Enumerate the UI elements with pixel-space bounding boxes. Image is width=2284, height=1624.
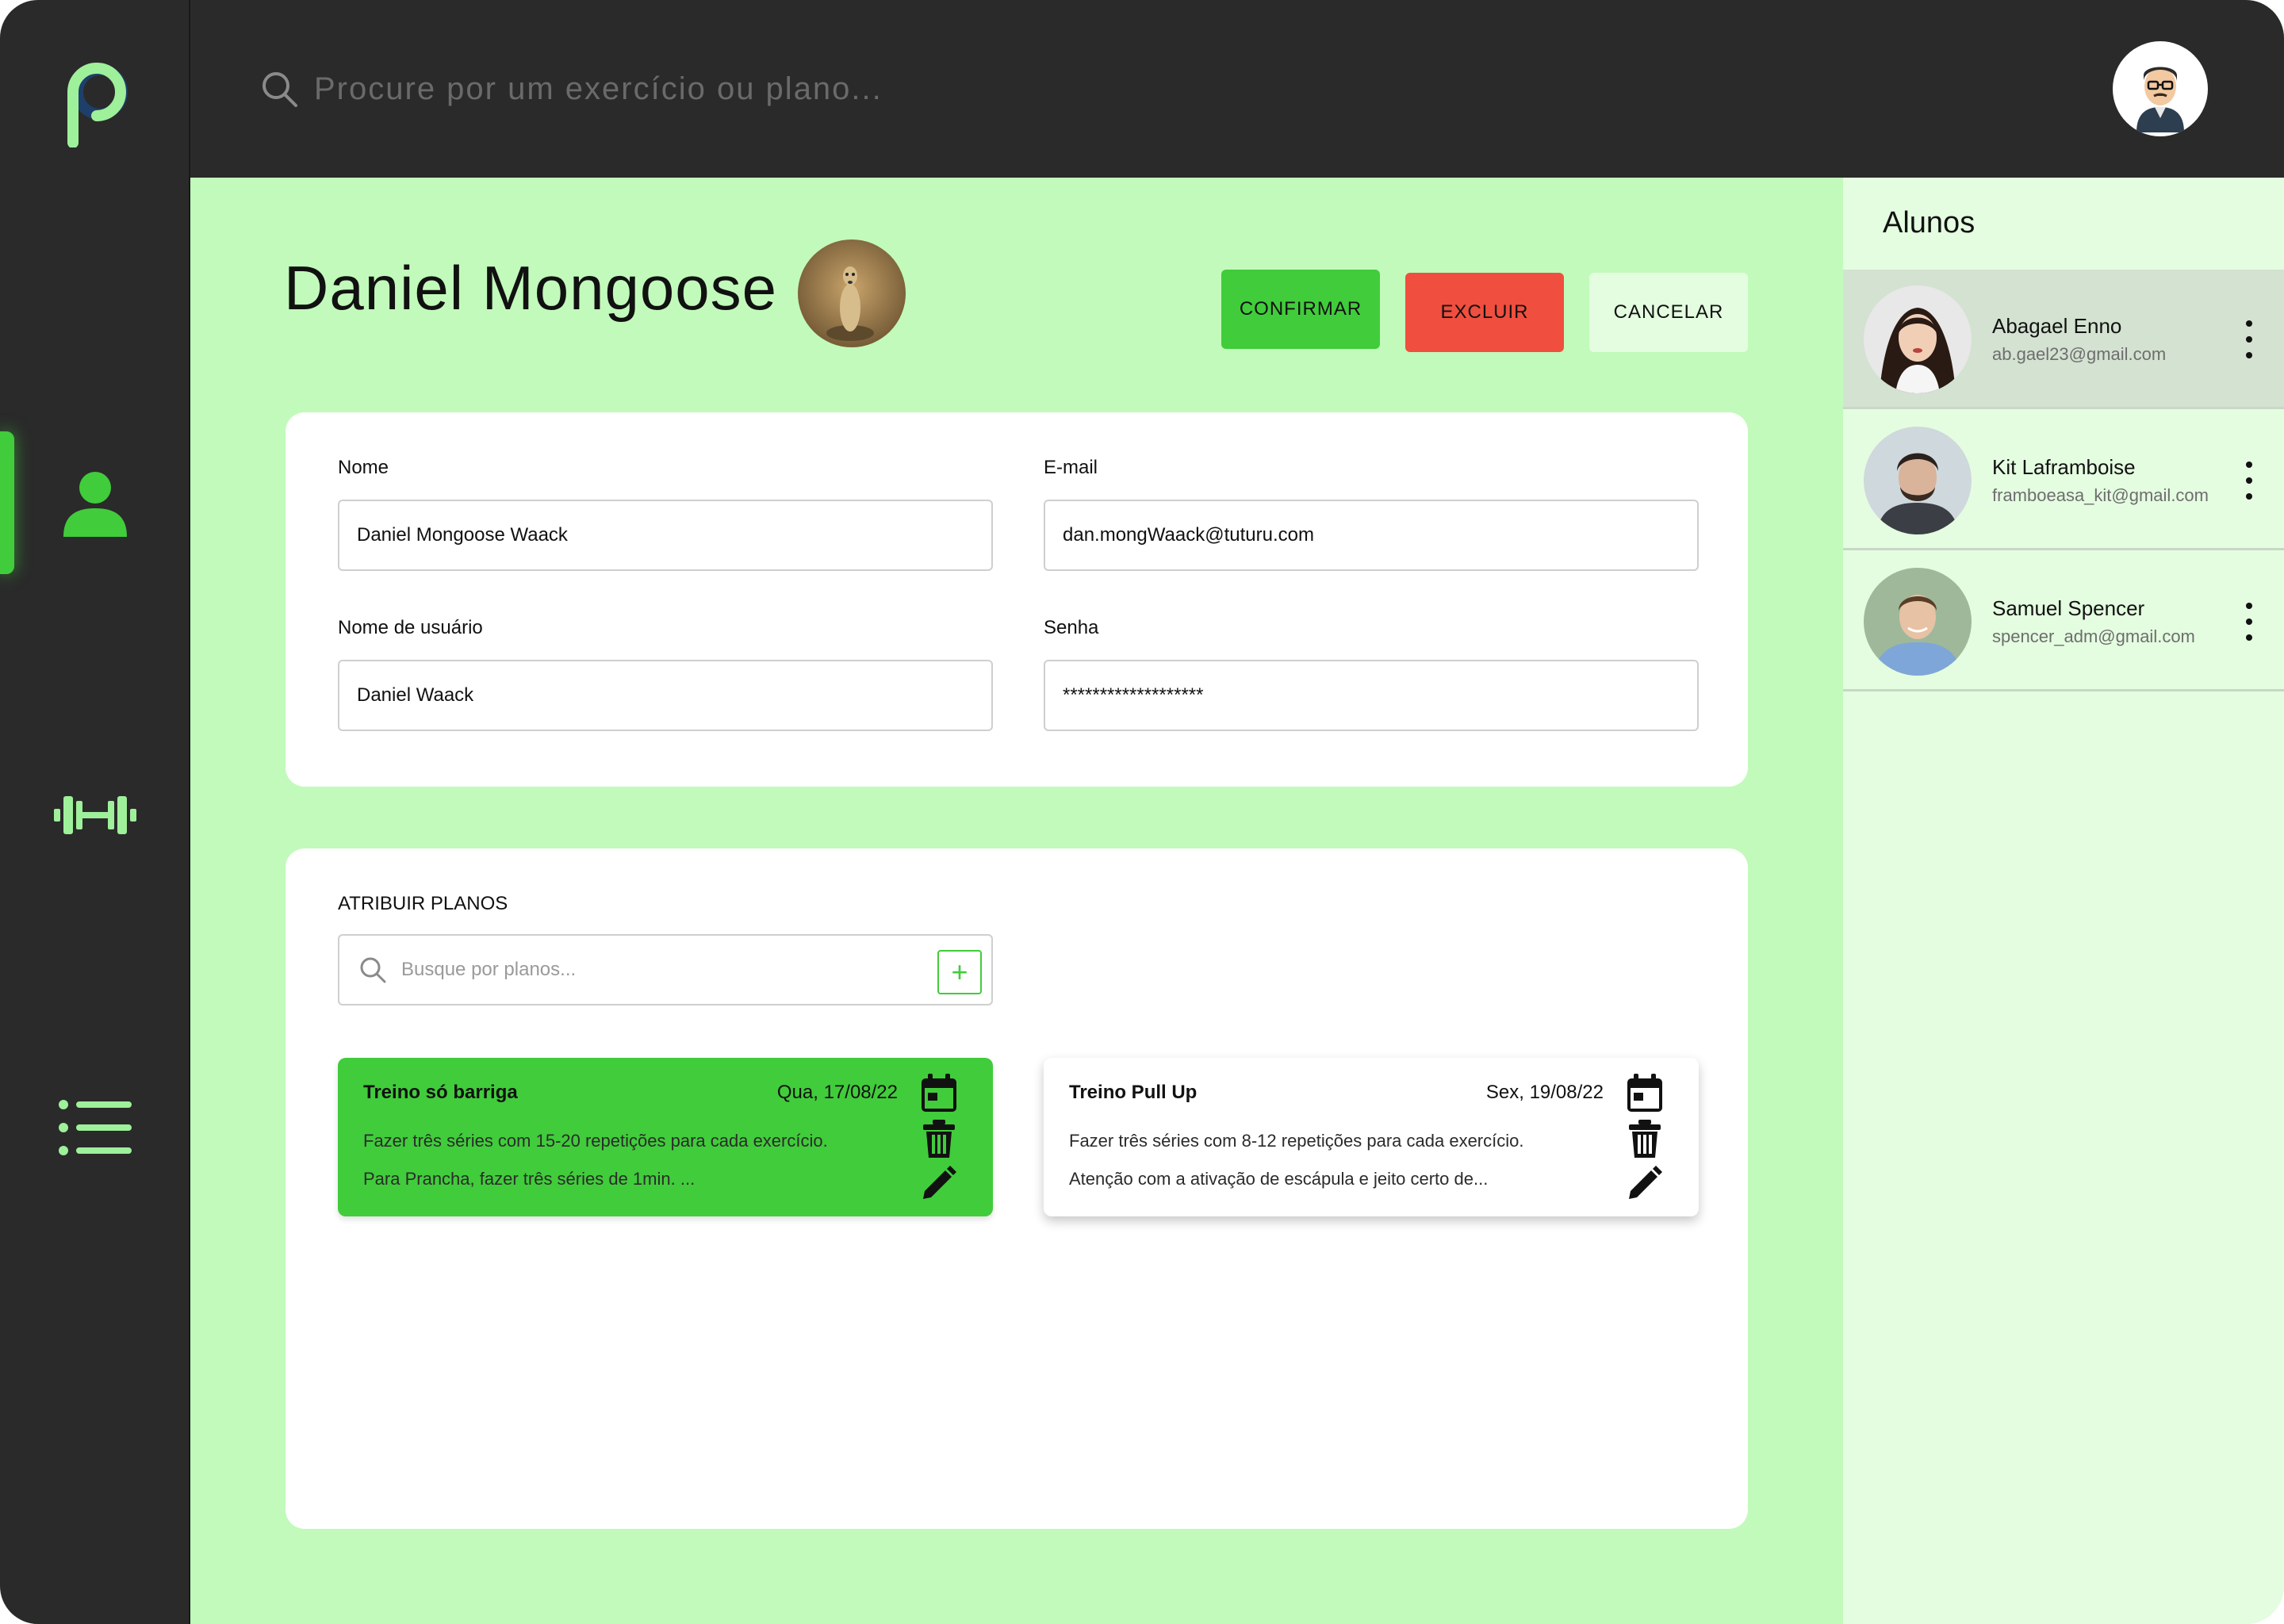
- student-avatar: [1864, 568, 1972, 676]
- confirm-button[interactable]: CONFIRMAR: [1221, 270, 1380, 349]
- global-search: [260, 60, 1132, 117]
- student-item[interactable]: Abagael Enno ab.gael23@gmail.com: [1843, 270, 2284, 409]
- student-item[interactable]: Kit Laframboise framboeasa_kit@gmail.com: [1843, 411, 2284, 550]
- plan-search-input[interactable]: [401, 959, 909, 981]
- user-avatar[interactable]: [2113, 41, 2208, 136]
- plan-actions: [917, 1074, 961, 1207]
- calendar-icon[interactable]: [920, 1074, 958, 1115]
- profile-photo-image: [798, 239, 906, 347]
- student-name: Samuel Spencer: [1992, 596, 2145, 620]
- plan-description-line: Fazer três séries com 15-20 repetições p…: [363, 1131, 828, 1151]
- sidebar-item-exercises[interactable]: [0, 736, 190, 894]
- student-email: framboeasa_kit@gmail.com: [1992, 485, 2209, 505]
- add-plan-button[interactable]: +: [937, 950, 982, 994]
- plan-title: Treino Pull Up: [1069, 1082, 1198, 1103]
- user-form-card: Nome E-mail Nome de usuário Senha: [286, 412, 1748, 787]
- student-avatar: [1864, 427, 1972, 534]
- search-icon: [360, 957, 386, 983]
- password-field[interactable]: [1044, 660, 1699, 731]
- students-panel: Alunos Abagael Enno ab.gael23@gmail.com: [1843, 178, 2284, 1624]
- assign-plans-card: ATRIBUIR PLANOS + Treino só barriga Qua,…: [286, 848, 1748, 1529]
- list-icon: [59, 1100, 132, 1155]
- username-field[interactable]: [338, 660, 993, 731]
- plan-title: Treino só barriga: [363, 1082, 518, 1103]
- assign-plans-title: ATRIBUIR PLANOS: [338, 893, 508, 914]
- student-name: Kit Laframboise: [1992, 455, 2136, 479]
- cancel-button[interactable]: CANCELAR: [1589, 273, 1748, 352]
- plan-card[interactable]: Treino Pull Up Sex, 19/08/22 Fazer três …: [1044, 1058, 1699, 1216]
- user-icon: [63, 472, 127, 537]
- plan-card[interactable]: Treino só barriga Qua, 17/08/22 Fazer tr…: [338, 1058, 993, 1216]
- app-logo: [67, 63, 128, 147]
- plan-date: Sex, 19/08/22: [1485, 1082, 1604, 1103]
- student-item[interactable]: Samuel Spencer spencer_adm@gmail.com: [1843, 552, 2284, 691]
- plan-description-line: Atenção com a ativação de escápula e jei…: [1069, 1169, 1489, 1189]
- student-avatar: [1864, 285, 1972, 393]
- delete-button[interactable]: EXCLUIR: [1405, 273, 1564, 352]
- top-bar: [190, 0, 2284, 178]
- student-name: Abagael Enno: [1992, 314, 2122, 338]
- student-email: spencer_adm@gmail.com: [1992, 626, 2195, 646]
- plan-date: Qua, 17/08/22: [776, 1082, 898, 1103]
- students-panel-title: Alunos: [1883, 206, 1976, 239]
- user-avatar-image: [2117, 45, 2204, 132]
- email-label: E-mail: [1044, 457, 1098, 478]
- more-options-icon[interactable]: [2241, 462, 2257, 500]
- more-options-icon[interactable]: [2241, 320, 2257, 358]
- calendar-icon[interactable]: [1626, 1074, 1664, 1115]
- more-options-icon[interactable]: [2241, 603, 2257, 641]
- username-label: Nome de usuário: [338, 617, 483, 638]
- password-label: Senha: [1044, 617, 1099, 638]
- email-field[interactable]: [1044, 500, 1699, 571]
- trash-icon[interactable]: [1627, 1120, 1662, 1161]
- search-icon: [263, 72, 297, 107]
- sidebar-item-plans[interactable]: [0, 1048, 190, 1207]
- global-search-input[interactable]: [314, 71, 1107, 107]
- plan-search: +: [338, 934, 993, 1005]
- sidebar: [0, 0, 190, 1624]
- plan-actions: [1623, 1074, 1667, 1207]
- page-title: Daniel Mongoose: [284, 253, 778, 323]
- profile-photo[interactable]: [798, 239, 906, 347]
- dumbbell-icon: [54, 796, 136, 834]
- edit-icon[interactable]: [922, 1166, 956, 1207]
- plan-description-line: Para Prancha, fazer três séries de 1min.…: [363, 1169, 696, 1189]
- name-field[interactable]: [338, 500, 993, 571]
- plan-description-line: Fazer três séries com 8-12 repetições pa…: [1069, 1131, 1524, 1151]
- name-label: Nome: [338, 457, 389, 478]
- trash-icon[interactable]: [922, 1120, 956, 1161]
- app-window: Daniel Mongoose CONFIRMAR EXCLUIR CANCEL…: [0, 0, 2284, 1624]
- sidebar-item-profile[interactable]: [0, 423, 190, 582]
- edit-icon[interactable]: [1627, 1166, 1662, 1207]
- student-email: ab.gael23@gmail.com: [1992, 344, 2167, 364]
